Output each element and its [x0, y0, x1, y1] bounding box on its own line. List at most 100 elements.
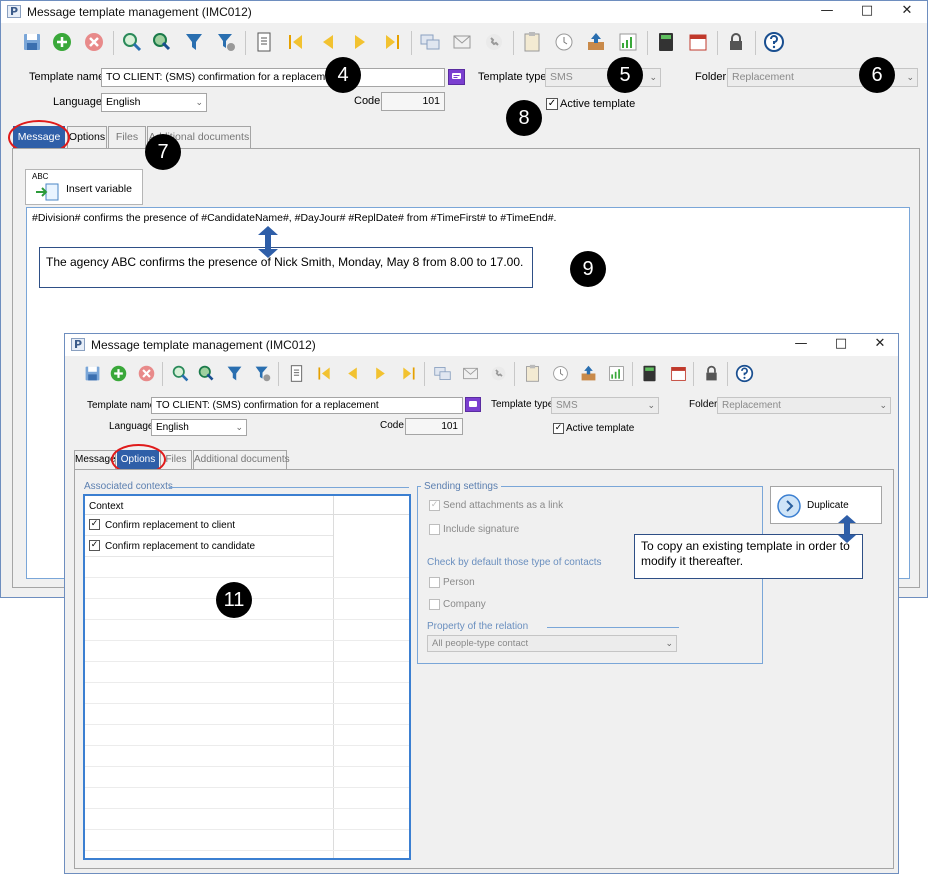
- language-select[interactable]: English ⌄: [151, 419, 247, 436]
- property-relation-select[interactable]: All people-type contact ⌄: [427, 635, 677, 652]
- close-button[interactable]: ✕: [887, 1, 927, 23]
- first-record-button[interactable]: [311, 360, 337, 386]
- previous-record-button[interactable]: [315, 29, 341, 55]
- export-button[interactable]: [583, 29, 609, 55]
- callout-11: 11: [216, 582, 252, 618]
- template-type-label: Template type: [491, 399, 554, 410]
- chevron-down-icon: ⌄: [906, 72, 914, 82]
- callout-7: 7: [145, 134, 181, 170]
- tab-additional-documents[interactable]: Additional documents: [193, 450, 290, 470]
- filter-button[interactable]: [222, 360, 248, 386]
- tab-files[interactable]: Files: [108, 126, 146, 148]
- add-button[interactable]: [49, 29, 75, 55]
- filter-icon: [186, 34, 202, 50]
- template-type-select[interactable]: SMS ⌄: [545, 68, 661, 87]
- minimize-button[interactable]: —: [807, 1, 847, 23]
- help-button[interactable]: [732, 360, 758, 386]
- language-label: Language: [53, 96, 102, 108]
- company-checkbox[interactable]: [429, 599, 440, 610]
- chart-button[interactable]: [603, 360, 629, 386]
- active-template-checkbox[interactable]: ✓: [546, 98, 558, 110]
- help-button[interactable]: [761, 29, 787, 55]
- export-button[interactable]: [575, 360, 601, 386]
- previous-record-button[interactable]: [339, 360, 365, 386]
- add-button[interactable]: [105, 360, 131, 386]
- tab-options[interactable]: Options: [67, 126, 107, 148]
- search-icon: [172, 365, 188, 381]
- template-type-select[interactable]: SMS ⌄: [551, 397, 659, 414]
- filter-button[interactable]: [181, 29, 207, 55]
- template-name-input[interactable]: TO CLIENT: (SMS) confirmation for a repl…: [151, 397, 463, 414]
- save-button[interactable]: [79, 360, 105, 386]
- mail-button[interactable]: [457, 360, 483, 386]
- calendar-button[interactable]: [685, 29, 711, 55]
- history-button[interactable]: [551, 29, 577, 55]
- delete-button[interactable]: [134, 360, 160, 386]
- table-row[interactable]: ✓ Confirm replacement to candidate: [85, 536, 333, 557]
- help-icon: [736, 364, 754, 382]
- table-row[interactable]: ✓ Confirm replacement to client: [85, 515, 333, 536]
- insert-variable-button[interactable]: ABC Insert variable: [25, 169, 143, 205]
- person-checkbox[interactable]: [429, 577, 440, 588]
- history-button[interactable]: [547, 360, 573, 386]
- next-record-icon: [376, 366, 385, 380]
- language-select[interactable]: English ⌄: [101, 93, 207, 112]
- lock-button[interactable]: [699, 360, 725, 386]
- template-name-edit-button[interactable]: [448, 69, 465, 85]
- send-attachments-checkbox[interactable]: ✓: [429, 500, 440, 511]
- template-name-input[interactable]: TO CLIENT: (SMS) confirmation for a repl…: [101, 68, 445, 87]
- toolbar: [79, 360, 779, 392]
- duplicate-button[interactable]: Duplicate: [770, 486, 882, 524]
- search-next-button[interactable]: [149, 29, 175, 55]
- next-record-button[interactable]: [368, 360, 394, 386]
- delete-button[interactable]: [81, 29, 107, 55]
- chat-button[interactable]: [417, 29, 443, 55]
- maximize-button[interactable]: □: [847, 1, 887, 23]
- next-record-button[interactable]: [347, 29, 373, 55]
- filter-settings-button[interactable]: [213, 29, 239, 55]
- lock-button[interactable]: [723, 29, 749, 55]
- calculator-button[interactable]: [653, 29, 679, 55]
- associated-contexts-title: Associated contexts: [81, 481, 176, 492]
- folder-select[interactable]: Replacement ⌄: [717, 397, 891, 414]
- context-checkbox[interactable]: ✓: [89, 519, 100, 530]
- contexts-table[interactable]: Context ✓ Confirm replacement to client ✓ C…: [83, 494, 411, 860]
- code-input[interactable]: 101: [381, 92, 445, 111]
- code-input[interactable]: 101: [405, 418, 463, 435]
- calculator-button[interactable]: [637, 360, 663, 386]
- empty-table-row: [85, 809, 409, 830]
- chevron-down-icon: ⌄: [647, 400, 655, 410]
- first-record-button[interactable]: [283, 29, 309, 55]
- maximize-button[interactable]: □: [821, 334, 861, 356]
- search-button[interactable]: [167, 360, 193, 386]
- phone-button[interactable]: [486, 360, 512, 386]
- close-button[interactable]: ✕: [860, 334, 900, 356]
- context-checkbox[interactable]: ✓: [89, 540, 100, 551]
- first-record-icon: [289, 35, 302, 49]
- calendar-button[interactable]: [665, 360, 691, 386]
- toolbar-separator: [513, 362, 515, 386]
- active-template-checkbox[interactable]: ✓: [553, 423, 564, 434]
- last-record-button[interactable]: [396, 360, 422, 386]
- chart-button[interactable]: [615, 29, 641, 55]
- clipboard-button[interactable]: [519, 29, 545, 55]
- toolbar-separator: [717, 31, 718, 55]
- clipboard-button[interactable]: [519, 360, 545, 386]
- code-label: Code: [354, 95, 381, 107]
- search-button[interactable]: [119, 29, 145, 55]
- save-button[interactable]: [19, 29, 45, 55]
- filter-settings-button[interactable]: [250, 360, 276, 386]
- search-next-button[interactable]: [193, 360, 219, 386]
- mail-button[interactable]: [449, 29, 475, 55]
- include-signature-checkbox[interactable]: [429, 524, 440, 535]
- tab-message[interactable]: Message: [74, 450, 116, 470]
- chat-button[interactable]: [429, 360, 455, 386]
- empty-table-row: [85, 557, 409, 578]
- template-name-edit-button[interactable]: [465, 397, 481, 412]
- callout-6: 6: [859, 57, 895, 93]
- minimize-button[interactable]: —: [781, 334, 821, 356]
- last-record-button[interactable]: [379, 29, 405, 55]
- document-button[interactable]: [251, 29, 277, 55]
- phone-button[interactable]: [481, 29, 507, 55]
- document-button[interactable]: [283, 360, 309, 386]
